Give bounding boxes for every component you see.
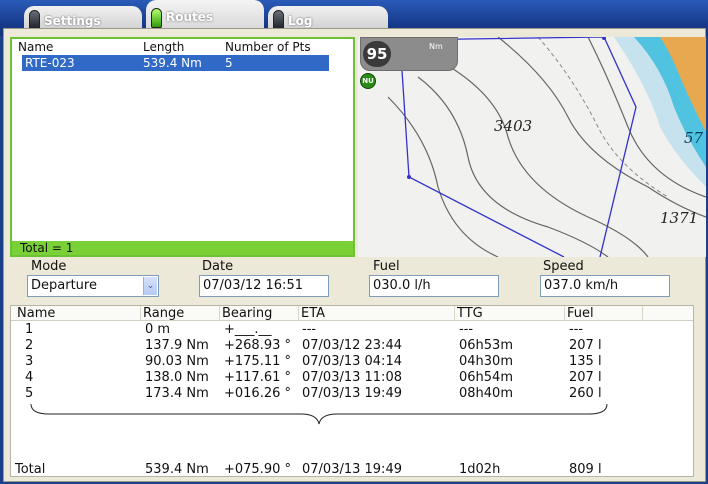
mode-value: Departure: [31, 278, 97, 293]
wp-bearing: +___.__: [224, 322, 272, 337]
table-row[interactable]: 2 137.9 Nm +268.93 ° 07/03/12 23:44 06h5…: [11, 338, 693, 353]
column-header-eta[interactable]: ETA: [299, 306, 455, 321]
total-bearing: +075.90 °: [224, 462, 292, 477]
column-header-length[interactable]: Length: [143, 40, 184, 54]
column-header-range[interactable]: Range: [141, 306, 220, 321]
wp-range: 0 m: [145, 322, 171, 337]
date-value: 07/03/12 16:51: [203, 278, 303, 293]
speed-label: Speed: [543, 259, 584, 274]
wp-ttg: 08h40m: [459, 386, 513, 401]
wp-eta: 07/03/13 04:14: [302, 354, 402, 369]
mode-label: Mode: [31, 259, 67, 274]
route-list-total: Total = 1: [12, 241, 353, 255]
wp-ttg: ---: [459, 322, 474, 337]
wp-range: 173.4 Nm: [145, 386, 209, 401]
column-header-fuel[interactable]: Fuel: [565, 306, 643, 321]
wp-range: 138.0 Nm: [145, 370, 209, 385]
wp-range: 90.03 Nm: [145, 354, 209, 369]
mode-dropdown[interactable]: Departure ⌄: [27, 275, 159, 297]
wp-name: 1: [25, 322, 34, 337]
table-row[interactable]: 1 0 m +___.__ --- --- ---: [11, 322, 693, 337]
chart-preview[interactable]: 95 Nm NU 3403 1371 57: [358, 37, 706, 257]
total-fuel: 809 l: [569, 462, 602, 477]
wp-ttg: 06h54m: [459, 370, 513, 385]
wp-bearing: +268.93 °: [224, 338, 292, 353]
wp-eta: 07/03/13 19:49: [302, 386, 402, 401]
wp-fuel: 135 l: [569, 354, 602, 369]
tab-label: Routes: [166, 10, 214, 24]
tab-indicator-icon: [273, 10, 284, 30]
route-points: 5: [225, 56, 233, 70]
route-length: 539.4 Nm: [143, 56, 202, 70]
tab-label: Settings: [44, 14, 101, 28]
fuel-field[interactable]: 030.0 l/h: [369, 275, 499, 297]
range-unit: Nm: [429, 42, 443, 51]
total-ttg: 1d02h: [459, 462, 501, 477]
wp-ttg: 04h30m: [459, 354, 513, 369]
date-label: Date: [202, 259, 234, 274]
wp-fuel: 260 l: [569, 386, 602, 401]
route-row-selected[interactable]: RTE-023 539.4 Nm 5: [22, 55, 329, 71]
tab-label: Log: [288, 14, 313, 28]
routes-panel: Name Length Number of Pts RTE-023 539.4 …: [3, 28, 706, 482]
tab-indicator-icon: [151, 8, 162, 28]
wp-name: 2: [25, 338, 34, 353]
tab-indicator-icon: [29, 10, 40, 30]
wp-eta: 07/03/13 11:08: [302, 370, 402, 385]
sum-brace-icon: [30, 403, 608, 425]
column-header-points[interactable]: Number of Pts: [225, 40, 311, 54]
depth-label: 1371: [660, 209, 699, 227]
table-row[interactable]: 4 138.0 Nm +117.61 ° 07/03/13 11:08 06h5…: [11, 370, 693, 385]
route-name: RTE-023: [25, 56, 75, 70]
fuel-label: Fuel: [373, 259, 400, 274]
wp-name: 3: [25, 354, 34, 369]
column-header-name[interactable]: Name: [15, 306, 141, 321]
wp-fuel: 207 l: [569, 370, 602, 385]
north-up-icon[interactable]: NU: [360, 73, 376, 89]
waypoint-table-header: Name Range Bearing ETA TTG Fuel: [11, 306, 693, 321]
wp-fuel: ---: [569, 322, 584, 337]
total-eta: 07/03/13 19:49: [302, 462, 402, 477]
wp-bearing: +117.61 °: [224, 370, 292, 385]
route-list[interactable]: Name Length Number of Pts RTE-023 539.4 …: [10, 37, 355, 257]
column-header-ttg[interactable]: TTG: [455, 306, 565, 321]
column-header-filler: [643, 306, 694, 321]
route-total-label: Total = 1: [20, 241, 74, 255]
speed-value: 037.0 km/h: [544, 278, 619, 293]
wp-ttg: 06h53m: [459, 338, 513, 353]
total-label: Total: [15, 462, 46, 477]
wp-eta: ---: [302, 322, 317, 337]
date-field[interactable]: 07/03/12 16:51: [199, 275, 329, 297]
wp-fuel: 207 l: [569, 338, 602, 353]
route-list-header: Name Length Number of Pts: [12, 39, 353, 55]
range-value: 95: [363, 41, 391, 67]
wp-bearing: +016.26 °: [224, 386, 292, 401]
speed-field[interactable]: 037.0 km/h: [540, 275, 670, 297]
depth-label: 3403: [494, 117, 533, 135]
wp-eta: 07/03/12 23:44: [302, 338, 402, 353]
wp-bearing: +175.11 °: [224, 354, 292, 369]
fuel-value: 030.0 l/h: [373, 278, 431, 293]
chevron-down-icon[interactable]: ⌄: [143, 277, 157, 295]
total-range: 539.4 Nm: [145, 462, 209, 477]
column-header-name[interactable]: Name: [18, 40, 53, 54]
wp-name: 4: [25, 370, 34, 385]
wp-range: 137.9 Nm: [145, 338, 209, 353]
depth-label: 57: [684, 129, 704, 147]
column-header-bearing[interactable]: Bearing: [220, 306, 299, 321]
range-badge[interactable]: 95 Nm: [360, 37, 458, 71]
waypoint-table[interactable]: Name Range Bearing ETA TTG Fuel 1 0 m +_…: [10, 305, 694, 477]
waypoint-total-row: Total 539.4 Nm +075.90 ° 07/03/13 19:49 …: [11, 462, 693, 477]
table-row[interactable]: 5 173.4 Nm +016.26 ° 07/03/13 19:49 08h4…: [11, 386, 693, 401]
table-row[interactable]: 3 90.03 Nm +175.11 ° 07/03/13 04:14 04h3…: [11, 354, 693, 369]
wp-name: 5: [25, 386, 34, 401]
